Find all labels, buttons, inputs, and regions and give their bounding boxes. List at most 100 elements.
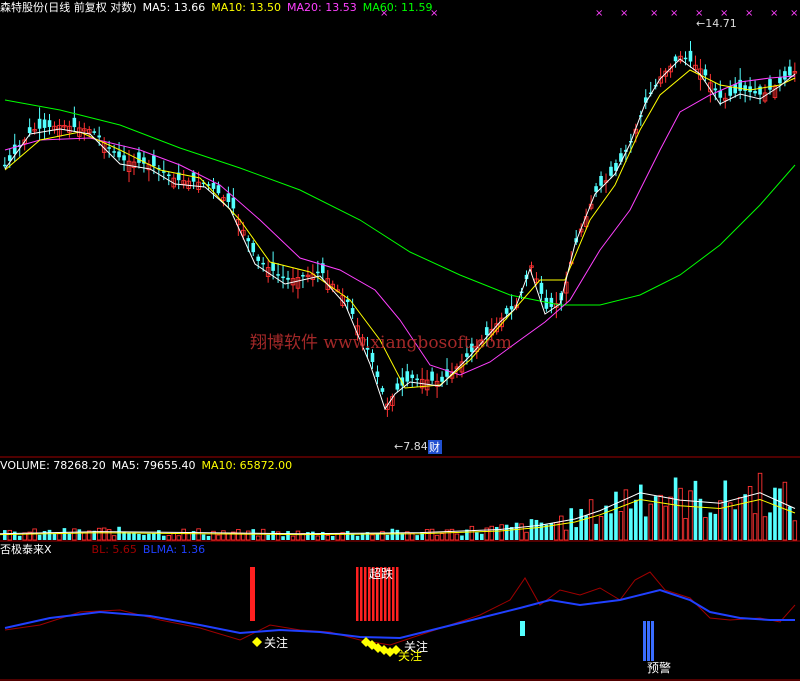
candle-body-down xyxy=(539,282,544,294)
signal-bar-oversold xyxy=(364,567,367,621)
candle-body-down xyxy=(261,262,265,265)
candle-body-down xyxy=(673,56,678,62)
volume-bar-up xyxy=(290,535,296,541)
ma10-label: MA10: 13.50 xyxy=(211,1,282,14)
volume-bar-down xyxy=(614,491,618,540)
candle-body-down xyxy=(42,119,47,128)
chart-canvas[interactable]: × × × × × × × × × × ×←14.71←7.84 财翔博软件 www.xiangbos… xyxy=(0,0,800,681)
volume-bar-down xyxy=(281,536,285,540)
volume-bar-down xyxy=(609,513,613,540)
volume-bar-up xyxy=(439,533,445,541)
volume-bar-down xyxy=(509,527,514,540)
signal-marker: × xyxy=(670,8,678,19)
volume-bar-down xyxy=(37,534,42,540)
signal-marker: × xyxy=(790,8,798,19)
ma5-line xyxy=(4,58,796,411)
volume-bar-up xyxy=(434,534,440,541)
volume-bar-up xyxy=(72,528,77,541)
candle-body-down xyxy=(345,299,350,303)
candle-body-down xyxy=(271,262,275,271)
volume-bar-down xyxy=(504,524,509,540)
volume-bar-down xyxy=(77,529,82,540)
candle-body-down xyxy=(107,147,111,149)
volume-bar-up xyxy=(96,527,102,541)
volume-bar-down xyxy=(271,530,275,540)
volume-bar-up xyxy=(668,496,673,541)
volume-bar-up xyxy=(757,472,763,541)
volume-bar-down xyxy=(698,498,703,540)
candle-body-down xyxy=(748,86,752,93)
volume-bar-up xyxy=(181,528,186,541)
bl-line xyxy=(4,571,796,646)
volume-bar-down xyxy=(385,534,390,540)
candle-body-down xyxy=(72,117,77,128)
blma-line xyxy=(4,588,795,640)
volume-bar-up xyxy=(424,529,430,541)
candle-body-down xyxy=(683,57,688,60)
volume-bar-down xyxy=(634,499,638,540)
volume-bar-down xyxy=(375,533,380,540)
candle-body-down xyxy=(216,185,221,194)
volume-bar-down xyxy=(127,532,131,540)
candle-body-down xyxy=(211,182,216,189)
volume-bar-up xyxy=(648,503,653,541)
volume-bar-up xyxy=(216,534,221,541)
candle-body-down xyxy=(246,238,251,242)
volume-bar-up xyxy=(727,502,733,541)
volume-bar-up xyxy=(236,529,241,541)
volume-bar-down xyxy=(713,513,718,540)
candle-body-down xyxy=(430,371,434,381)
ma60-line xyxy=(4,99,796,306)
volume-bar-down xyxy=(773,487,777,540)
volume-bar-down xyxy=(708,512,713,540)
ma5-label: MA5: 13.66 xyxy=(142,1,206,14)
candle-body-down xyxy=(728,86,733,96)
volume-bar-up xyxy=(221,530,226,541)
candle-body-down xyxy=(380,388,385,392)
volume-bar-up xyxy=(688,490,693,541)
volume-bar-up xyxy=(469,525,475,541)
candle-body-down xyxy=(743,85,747,91)
candle-body-down xyxy=(703,69,708,76)
low-price-label: ←7.84 xyxy=(394,440,428,453)
diamond-marker xyxy=(252,637,262,647)
candle-body-down xyxy=(47,120,52,128)
volume-bar-up xyxy=(370,534,375,541)
ma20-line xyxy=(4,75,796,376)
volume-bar-down xyxy=(534,519,539,540)
indicator-legend: 否极泰来X BL: 5.65 BLMA: 1.36 xyxy=(0,542,211,557)
volume-bar-down xyxy=(723,480,728,540)
volume-bar-down xyxy=(460,535,464,540)
volume-bar-down xyxy=(47,529,52,540)
candle-body-down xyxy=(92,131,97,133)
volume-bar-up xyxy=(762,516,768,541)
volume-bar-up xyxy=(454,533,460,541)
volume-bar-up xyxy=(226,533,231,541)
volume-bar-down xyxy=(743,494,747,540)
candle-body-down xyxy=(504,308,509,314)
candle-body-down xyxy=(37,118,42,129)
volume-bar-down xyxy=(395,529,400,540)
volume-bar-up xyxy=(718,500,723,541)
candle-body-down xyxy=(316,271,320,274)
price-title: 森特股份(日线 前复权 对数) xyxy=(0,1,137,14)
volume-bar-down xyxy=(142,534,146,540)
candle-body-down xyxy=(117,151,121,158)
candle-body-down xyxy=(375,371,380,377)
candle-body-down xyxy=(733,84,738,94)
indicator-title: 否极泰来X xyxy=(0,543,52,556)
vol-ma10-label: MA10: 65872.00 xyxy=(201,459,293,472)
candle-body-down xyxy=(465,353,469,357)
signal-marker: × xyxy=(770,8,778,19)
volume-bar-up xyxy=(101,527,107,541)
volume-bar-down xyxy=(157,530,161,540)
candle-body-down xyxy=(166,174,171,177)
signal-marker: × xyxy=(650,8,658,19)
candle-body-down xyxy=(286,277,290,280)
signal-marker: × xyxy=(745,8,753,19)
volume-bar-down xyxy=(494,526,499,540)
volume-bar-down xyxy=(480,533,484,540)
tag-guanzhu: 关注 xyxy=(264,635,288,650)
tag-guanzhu: 关注 xyxy=(398,648,422,663)
volume-bar-down xyxy=(52,533,57,540)
